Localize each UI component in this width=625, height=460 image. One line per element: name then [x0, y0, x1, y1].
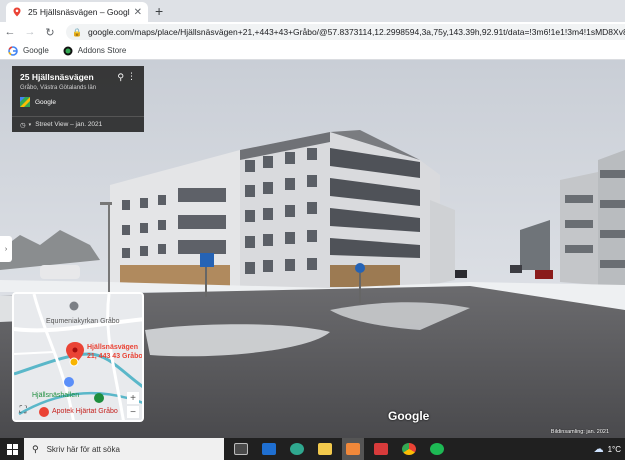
start-button[interactable] [0, 438, 24, 460]
browser-toolbar: ← → ↻ 🔒 google.com/maps/place/Hjällsnäsv… [0, 22, 625, 42]
bookmark-label: Google [23, 46, 49, 55]
back-icon[interactable]: ← [0, 26, 20, 38]
image-credit[interactable]: Bildinsamling: jan. 2021 [551, 429, 609, 435]
addons-store-icon [63, 46, 73, 55]
system-tray: ☁ 1°C [594, 438, 621, 460]
url-text: google.com/maps/place/Hjällsnäsvägen+21,… [87, 27, 625, 37]
google-maps-logo-icon [20, 97, 30, 107]
location-pin-icon[interactable]: ⚲ [117, 72, 124, 83]
forward-icon[interactable]: → [20, 26, 40, 38]
fullscreen-icon[interactable]: ⛶ [17, 404, 29, 416]
street-view-panorama[interactable]: 25 Hjällsnäsvägen Gråbo, Västra Götaland… [0, 60, 625, 438]
street-view-info-card: 25 Hjällsnäsvägen Gråbo, Västra Götaland… [12, 66, 144, 132]
minimap[interactable]: Equmeniakyrkan Gråbo Hjällsnäsvägen 21, … [12, 292, 144, 422]
address-bar[interactable]: 🔒 google.com/maps/place/Hjällsnäsvägen+2… [66, 24, 625, 40]
provider-row: Google [20, 97, 136, 107]
tab-strip: 25 Hjällsnäsvägen – Google Map ✕ + [0, 0, 625, 22]
tab-title: 25 Hjällsnäsvägen – Google Map [28, 7, 130, 17]
map-label-equmeniakyrkan[interactable]: Equmeniakyrkan Gråbo [46, 318, 120, 325]
taskbar-search-placeholder: Skriv här för att söka [46, 444, 120, 454]
reload-icon[interactable]: ↻ [40, 26, 60, 39]
taskbar-search-box[interactable]: ⚲ Skriv här för att söka [24, 438, 224, 460]
google-watermark: Google [388, 409, 430, 423]
street-view-date-selector[interactable]: ◷ ▾ Street View – jan. 2021 [12, 116, 144, 132]
file-explorer-icon[interactable] [314, 438, 336, 460]
task-view-icon[interactable] [230, 438, 252, 460]
weather-cloud-icon[interactable]: ☁ [594, 444, 604, 455]
lock-icon: 🔒 [72, 27, 82, 37]
map-label-apotek[interactable]: Apotek Hjärtat Gråbo [52, 408, 118, 415]
zoom-out-button[interactable]: − [127, 406, 139, 418]
bookmark-addons-store[interactable]: Addons Store [63, 46, 126, 56]
expand-side-panel-icon[interactable]: › [0, 236, 12, 262]
bookmark-google[interactable]: Google [8, 45, 49, 56]
spotify-icon[interactable] [426, 438, 448, 460]
search-icon: ⚲ [32, 443, 39, 454]
map-marker-line-1[interactable]: Hjällsnäsvägen [87, 344, 138, 351]
news-icon[interactable] [370, 438, 392, 460]
weather-temperature[interactable]: 1°C [608, 445, 621, 454]
new-tab-icon[interactable]: + [155, 3, 163, 19]
chrome-icon[interactable] [398, 438, 420, 460]
more-options-icon[interactable]: ⋮ [127, 71, 136, 82]
tab-google-maps[interactable]: 25 Hjällsnäsvägen – Google Map ✕ [6, 2, 148, 22]
map-label-hjallsnashallen[interactable]: Hjällsnäshallen [32, 392, 79, 399]
bookmarks-bar: Google Addons Store [0, 42, 625, 60]
clock-icon: ◷ [20, 121, 26, 129]
provider-label: Google [35, 98, 56, 106]
street-view-date: Street View – jan. 2021 [35, 121, 103, 128]
windows-taskbar: ⚲ Skriv här för att söka ☁ 1°C [0, 438, 625, 460]
windows-logo-icon [6, 443, 18, 455]
store-icon[interactable] [342, 438, 364, 460]
bookmark-label: Addons Store [77, 46, 127, 55]
tab-close-icon[interactable]: ✕ [134, 7, 142, 18]
google-icon [8, 45, 18, 56]
google-maps-icon [13, 7, 21, 17]
dropdown-arrow-icon: ▾ [28, 121, 32, 128]
mail-icon[interactable] [258, 438, 280, 460]
edge-icon[interactable] [286, 438, 308, 460]
locality-text: Gråbo, Västra Götalands län [20, 85, 97, 91]
zoom-in-button[interactable]: + [127, 392, 139, 404]
map-marker-line-2[interactable]: 21, 443 43 Gråbo [87, 353, 142, 360]
